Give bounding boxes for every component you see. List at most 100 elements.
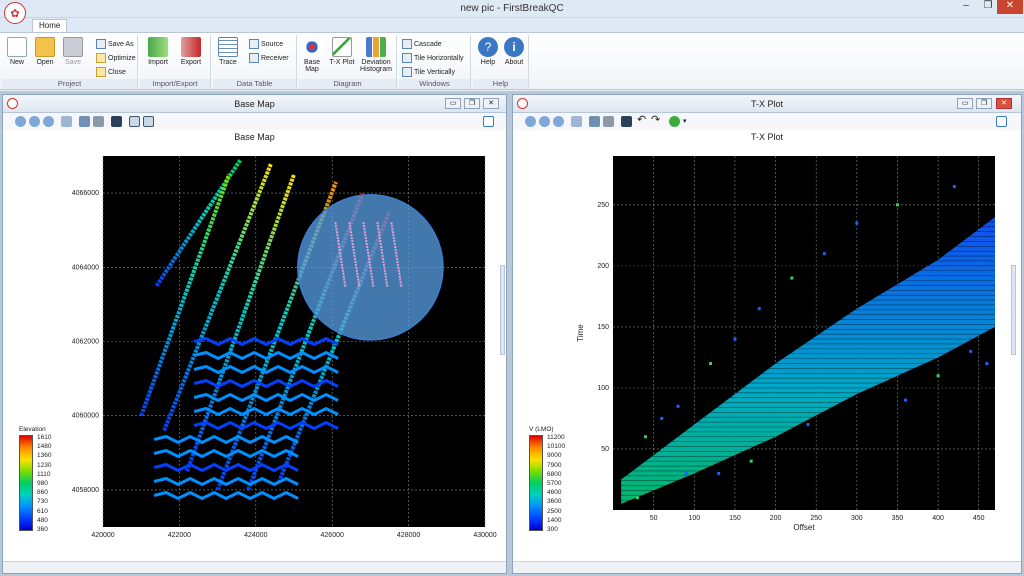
help-label: Help: [480, 59, 496, 66]
tx-plot-chart[interactable]: 50 100 150 200 250 300 350 400 450 50 100 150 200 250…: [513, 143, 1023, 573]
close-button[interactable]: ✕: [997, 0, 1023, 14]
splitter-handle[interactable]: [500, 265, 505, 355]
group-help: ? Help i About Help: [473, 35, 529, 89]
outlier-point: [635, 496, 639, 500]
base-map-restore-button[interactable]: ❐: [464, 98, 480, 109]
x-tick-label: 50: [650, 515, 658, 522]
save-icon: [63, 37, 83, 57]
receiver-label: Receiver: [261, 55, 289, 62]
group-label-windows: Windows: [399, 79, 470, 89]
outlier-point: [969, 349, 973, 353]
popout-icon[interactable]: [483, 116, 494, 127]
about-label: About: [504, 59, 524, 66]
import-icon: [148, 37, 168, 57]
outlier-point: [757, 307, 761, 311]
print-icon[interactable]: [603, 116, 614, 127]
x-tick-label: 450: [973, 515, 985, 522]
popout-icon[interactable]: [996, 116, 1007, 127]
base-map-minimize-button[interactable]: ▭: [445, 98, 461, 109]
deviation-histogram-button[interactable]: Deviation Histogram: [357, 37, 395, 73]
base-map-close-button[interactable]: ✕: [483, 98, 499, 109]
vlmo-legend-value: 4600: [547, 489, 562, 497]
help-button[interactable]: ? Help: [475, 37, 501, 66]
x-tick-label: 428000: [397, 532, 420, 539]
info-icon: i: [504, 37, 524, 57]
splitter-handle[interactable]: [1011, 265, 1016, 355]
contrast-icon[interactable]: [621, 116, 632, 127]
about-button[interactable]: i About: [501, 37, 527, 66]
cascade-label: Cascade: [414, 41, 442, 48]
x-tick-label: 250: [810, 515, 822, 522]
close-project-button[interactable]: Close: [96, 67, 126, 79]
zoom-out-icon[interactable]: [539, 116, 550, 127]
x-tick-label: 300: [851, 515, 863, 522]
group-diagram: Base Map T-X Plot Deviation Histogram Di…: [299, 35, 397, 89]
base-map-status-bar: [3, 561, 506, 573]
outlier-point: [733, 337, 737, 341]
app-menu-icon[interactable]: ✿: [4, 2, 26, 24]
select-icon[interactable]: [129, 116, 140, 127]
save-image-icon[interactable]: [79, 116, 90, 127]
tx-plot-label: T-X Plot: [329, 59, 355, 66]
save-as-icon: [96, 39, 106, 50]
maximize-button[interactable]: ❐: [977, 0, 999, 14]
open-button[interactable]: Open: [32, 37, 58, 66]
tile-vertically-button[interactable]: Tile Vertically: [402, 67, 455, 79]
trace-button[interactable]: Trace: [215, 37, 241, 66]
import-button[interactable]: Import: [145, 37, 171, 66]
undo-icon[interactable]: ↶: [637, 115, 648, 127]
new-button[interactable]: New: [4, 37, 30, 66]
vlmo-legend-value: 5700: [547, 480, 562, 487]
y-tick-label: 100: [597, 385, 609, 392]
tx-plot-button[interactable]: T-X Plot: [329, 37, 355, 66]
zoom-out-icon[interactable]: [29, 116, 40, 127]
zoom-in-icon[interactable]: [525, 116, 536, 127]
tab-home[interactable]: Home: [32, 19, 68, 33]
base-map-icon: [302, 37, 322, 57]
base-map-chart-title: Base Map: [234, 132, 275, 142]
zoom-reset-icon[interactable]: [553, 116, 564, 127]
chevron-down-icon[interactable]: ▾: [683, 116, 694, 127]
tx-plot-minimize-button[interactable]: ▭: [957, 98, 973, 109]
save-image-icon[interactable]: [589, 116, 600, 127]
group-label-help: Help: [473, 79, 528, 89]
save-button[interactable]: Save: [60, 37, 86, 66]
play-icon[interactable]: [669, 116, 680, 127]
save-as-button[interactable]: Save As: [96, 39, 134, 51]
group-label-import-export: Import/Export: [140, 79, 210, 89]
y-tick-label: 4066000: [72, 190, 99, 197]
elevation-legend-value: 1610: [37, 434, 52, 441]
group-data-table: Trace Source Receiver Data Table: [213, 35, 297, 89]
tx-plot-status-bar: [513, 561, 1021, 573]
receiver-button[interactable]: Receiver: [249, 53, 289, 65]
zoom-window-icon[interactable]: [571, 116, 582, 127]
elevation-legend-value: 1360: [37, 452, 52, 460]
lasso-icon[interactable]: [143, 116, 154, 127]
elevation-color-bar: [19, 435, 33, 531]
outlier-point: [936, 374, 940, 378]
redo-icon[interactable]: ↷: [651, 115, 662, 127]
tile-horizontal-icon: [402, 53, 412, 64]
minimize-button[interactable]: ‒: [955, 0, 977, 14]
source-button[interactable]: Source: [249, 39, 283, 51]
contrast-icon[interactable]: [111, 116, 122, 127]
tile-horizontally-button[interactable]: Tile Horizontally: [402, 53, 464, 65]
tx-plot-restore-button[interactable]: ❐: [976, 98, 992, 109]
title-bar: new pic - FirstBreakQC ‒ ❐ ✕: [0, 0, 1024, 18]
base-map-button[interactable]: Base Map: [299, 37, 325, 73]
optimize-button[interactable]: Optimize: [96, 53, 136, 65]
x-tick-label: 150: [729, 515, 741, 522]
tx-plot-icon: [332, 37, 352, 57]
cascade-button[interactable]: Cascade: [402, 39, 442, 51]
tx-plot-chart-title: T-X Plot: [750, 132, 783, 142]
zoom-reset-icon[interactable]: [43, 116, 54, 127]
export-icon: [181, 37, 201, 57]
print-icon[interactable]: [93, 116, 104, 127]
vlmo-legend-value: 9000: [547, 452, 562, 460]
tx-plot-close-button[interactable]: ✕: [996, 98, 1012, 109]
elevation-legend-value: 480: [37, 516, 48, 524]
export-button[interactable]: Export: [178, 37, 204, 66]
zoom-window-icon[interactable]: [61, 116, 72, 127]
help-icon: ?: [478, 37, 498, 57]
zoom-in-icon[interactable]: [15, 116, 26, 127]
